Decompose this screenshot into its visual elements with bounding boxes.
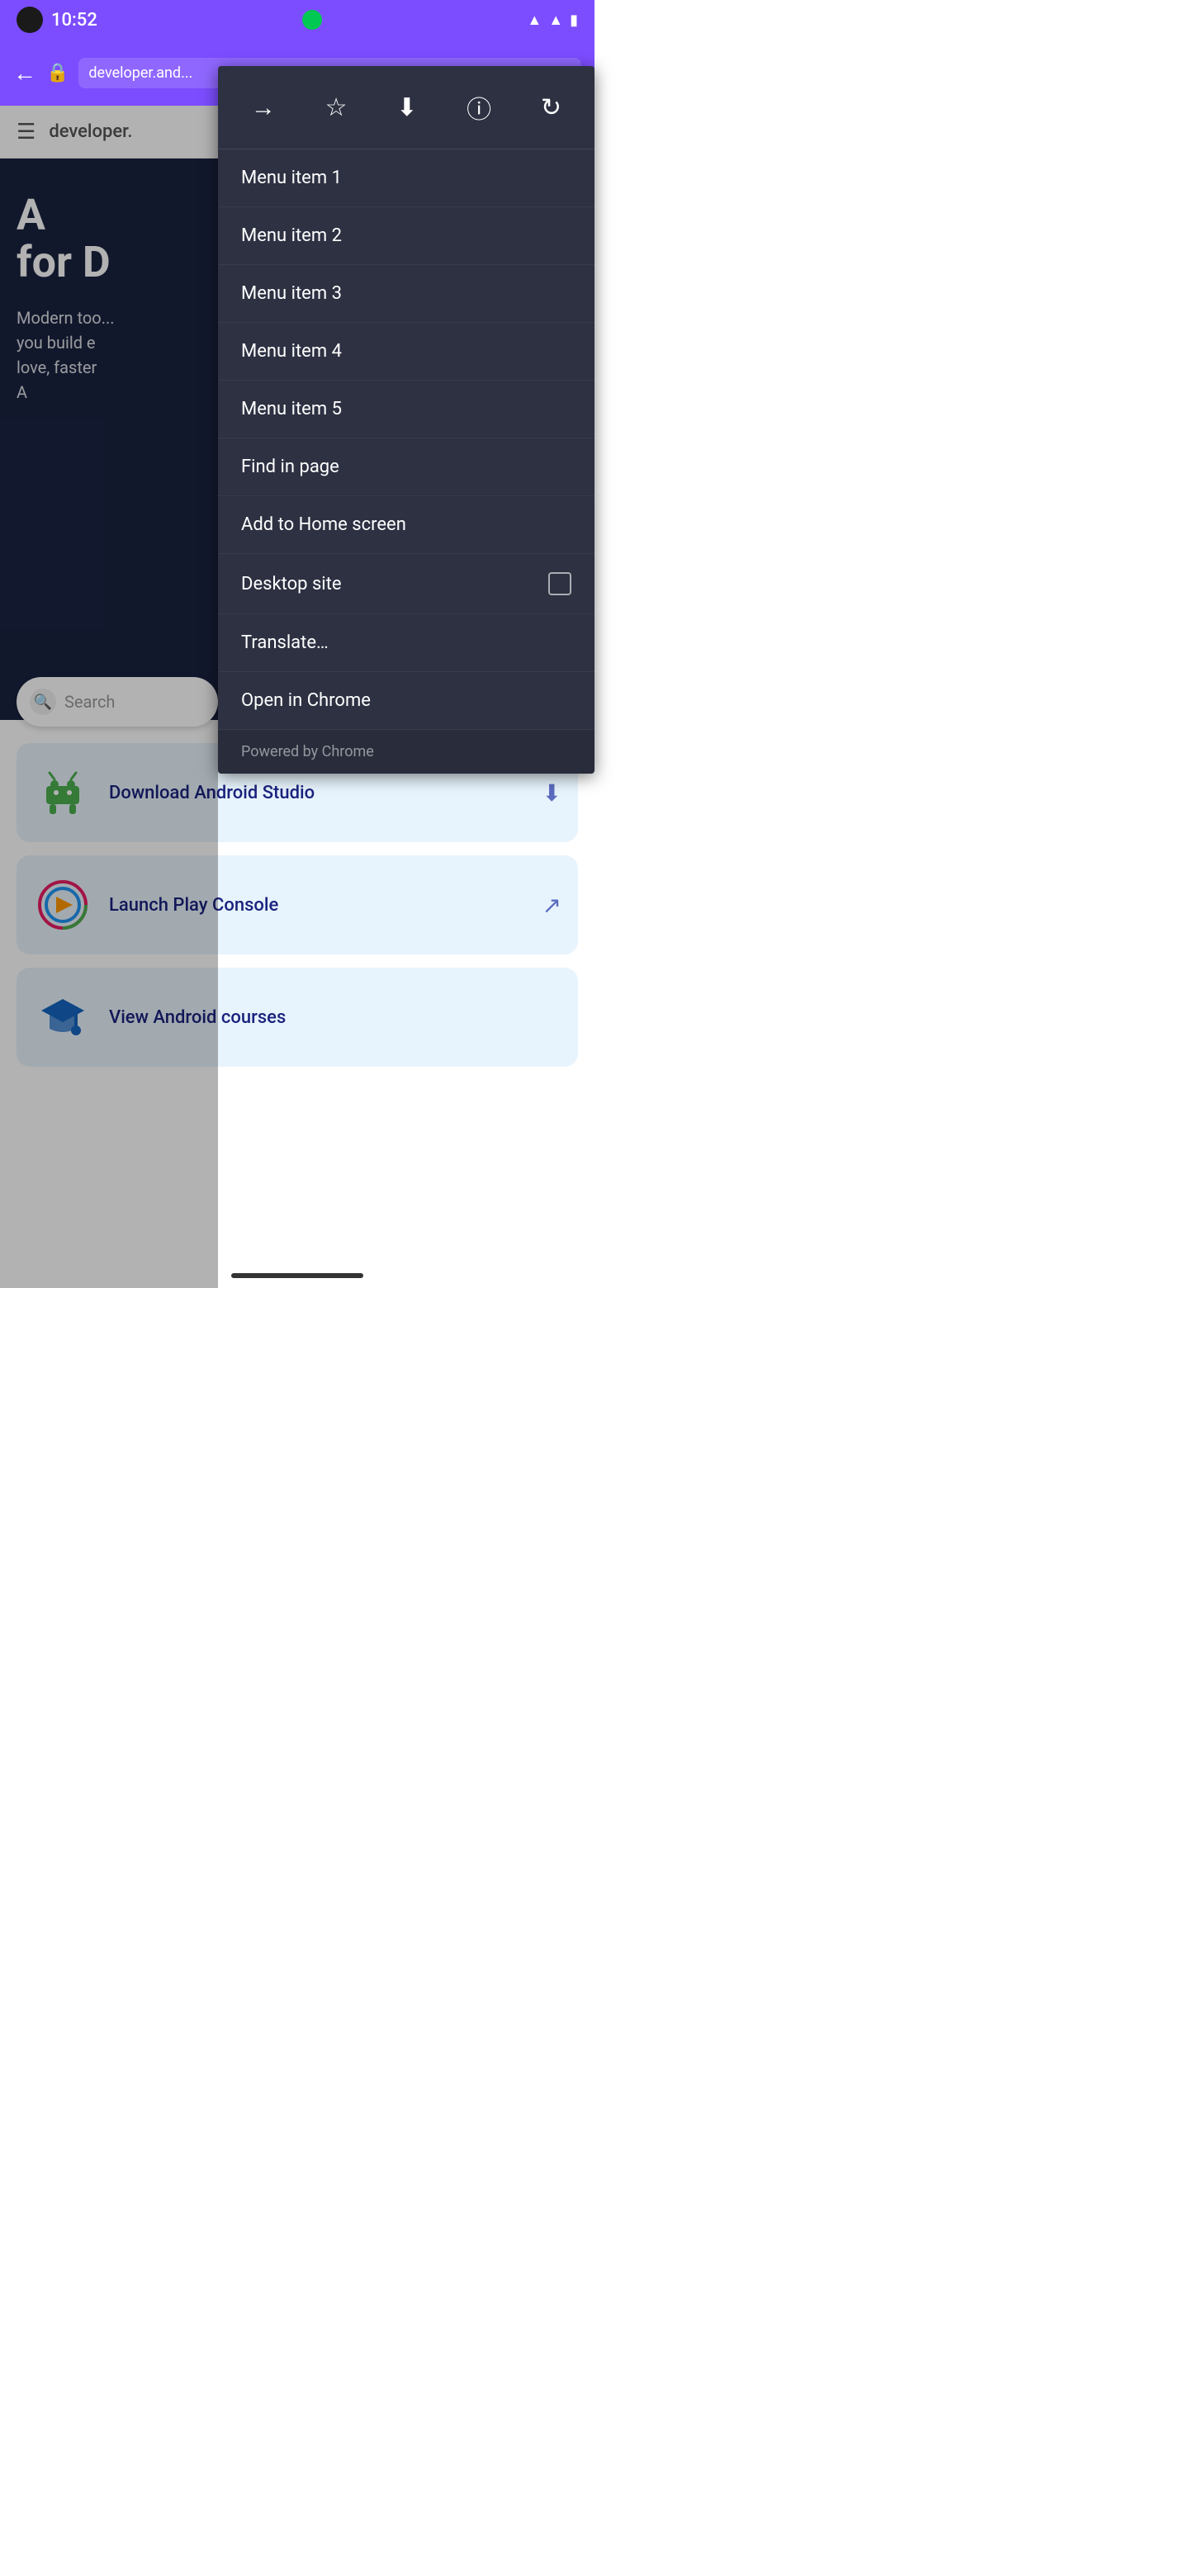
status-time: 10:52	[51, 10, 97, 31]
menu-item-4[interactable]: Menu item 4	[218, 323, 594, 381]
menu-item-3[interactable]: Menu item 3	[218, 265, 594, 323]
back-button[interactable]: ←	[13, 59, 36, 87]
download-icon[interactable]: ⬇	[390, 87, 424, 129]
info-icon[interactable]: ⓘ	[460, 83, 498, 132]
translate-item[interactable]: Translate…	[218, 614, 594, 672]
desktop-site-checkbox[interactable]	[548, 572, 571, 595]
status-bar-left: 10:52	[17, 7, 97, 33]
signal-icon: ▲	[548, 12, 563, 29]
refresh-icon[interactable]: ↻	[534, 87, 568, 129]
menu-item-1[interactable]: Menu item 1	[218, 149, 594, 207]
external-link-icon: ↗	[542, 892, 561, 919]
status-bar-right: ▲ ▲ ▮	[527, 12, 578, 29]
home-indicator	[231, 1273, 363, 1278]
powered-by-label: Powered by Chrome	[218, 730, 594, 774]
menu-toolbar: → ☆ ⬇ ⓘ ↻	[218, 66, 594, 149]
status-bar: 10:52 ▲ ▲ ▮	[0, 0, 594, 40]
lock-icon: 🔒	[46, 63, 69, 83]
status-bar-center	[302, 10, 322, 30]
menu-item-2[interactable]: Menu item 2	[218, 207, 594, 265]
wifi-icon: ▲	[527, 12, 542, 29]
battery-icon: ▮	[570, 12, 578, 29]
bookmark-icon[interactable]: ☆	[319, 87, 354, 129]
status-circle	[17, 7, 43, 33]
forward-icon[interactable]: →	[244, 87, 282, 129]
open-in-chrome-item[interactable]: Open in Chrome	[218, 672, 594, 730]
page-overlay	[0, 106, 218, 1288]
add-to-home-screen-item[interactable]: Add to Home screen	[218, 496, 594, 554]
menu-item-5[interactable]: Menu item 5	[218, 381, 594, 438]
context-menu: → ☆ ⬇ ⓘ ↻ Menu item 1 Menu item 2 Menu i…	[218, 66, 594, 774]
status-dot	[302, 10, 322, 30]
find-in-page-item[interactable]: Find in page	[218, 438, 594, 496]
download-action-icon: ⬇	[542, 779, 561, 807]
desktop-site-item[interactable]: Desktop site	[218, 554, 594, 614]
